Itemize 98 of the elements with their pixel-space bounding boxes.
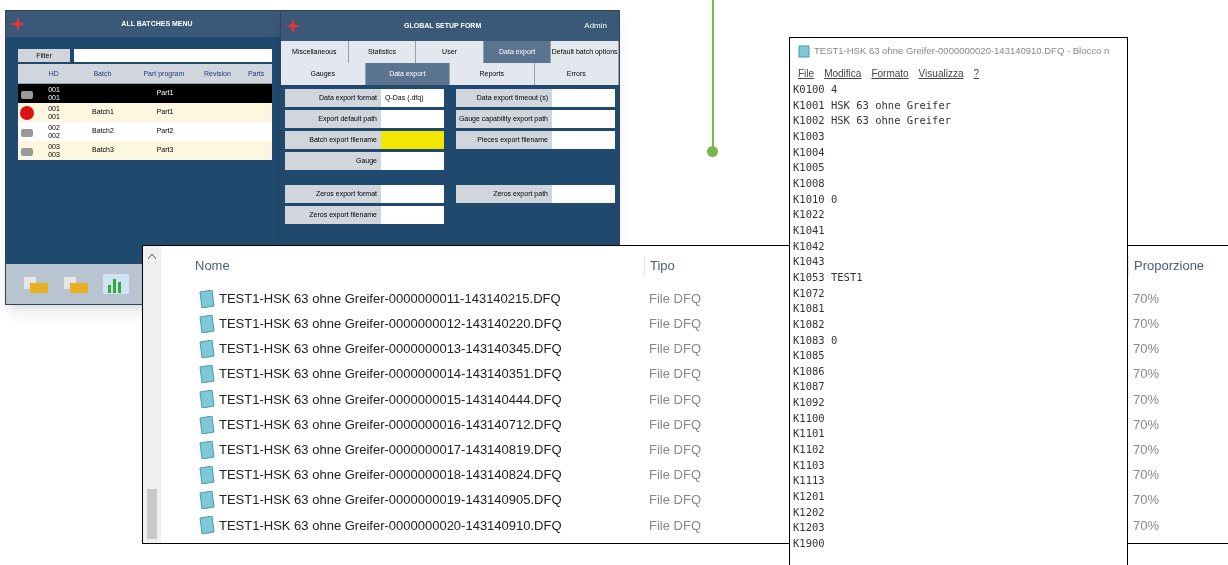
menu-item[interactable]: File <box>798 65 815 81</box>
filter-field[interactable] <box>74 49 272 62</box>
text-line: K1102 <box>793 442 826 458</box>
text-line: K1082 <box>793 316 826 332</box>
text-line: K1002 HSK 63 ohne Greifer <box>793 113 953 129</box>
file-icon <box>199 465 215 484</box>
text-line: K1003 <box>793 128 826 144</box>
compression-ratio: 70% <box>1133 467 1160 483</box>
file-type: File DFQ <box>649 366 701 382</box>
notepad-icon <box>798 44 810 58</box>
text-line: K1010 0 <box>793 191 839 207</box>
file-icon <box>199 314 215 333</box>
window-title: TEST1-HSK 63 ohne Greifer-0000000020-143140910.DFQ - Blocco n <box>814 43 1110 58</box>
file-name[interactable]: TEST1-HSK 63 ohne Greifer-0000000014-143140351.DFQ <box>219 364 562 384</box>
column-header[interactable]: Nome <box>195 258 230 274</box>
text-line: K0100 4 <box>793 82 839 97</box>
text-line: K1085 <box>793 348 826 364</box>
scrollbar[interactable] <box>143 246 161 543</box>
compression-ratio: 70% <box>1133 290 1160 306</box>
file-name[interactable]: TEST1-HSK 63 ohne Greifer-0000000011-143140215.DFQ <box>219 288 561 309</box>
text-line: K1202 <box>793 504 826 520</box>
text-line: K1042 <box>793 238 826 254</box>
column-header[interactable]: Tipo <box>650 258 675 274</box>
logo-icon <box>285 18 301 34</box>
file-icon <box>199 415 215 434</box>
column-header[interactable]: Proporzione <box>1134 258 1205 274</box>
input-field[interactable] <box>552 131 615 149</box>
file-name[interactable]: TEST1-HSK 63 ohne Greifer-0000000015-143140444.DFQ <box>219 389 562 410</box>
file-type: File DFQ <box>649 341 701 357</box>
input-field[interactable] <box>381 110 444 128</box>
file-name[interactable]: TEST1-HSK 63 ohne Greifer-0000000013-143140345.DFQ <box>219 339 562 359</box>
compression-ratio: 70% <box>1133 416 1160 432</box>
text-line: K1072 <box>793 285 826 301</box>
file-name[interactable]: TEST1-HSK 63 ohne Greifer-0000000017-143140819.DFQ <box>219 439 562 460</box>
file-type: File DFQ <box>649 441 701 457</box>
compression-ratio: 70% <box>1133 341 1160 357</box>
text-line: K1100 <box>793 410 826 426</box>
logo-icon <box>10 16 26 32</box>
file-icon <box>199 440 215 459</box>
compression-ratio: 70% <box>1133 441 1160 457</box>
chart-icon[interactable] <box>102 273 130 295</box>
text-line: K1005 <box>793 160 826 176</box>
file-icon <box>199 390 215 409</box>
file-type: File DFQ <box>649 517 701 533</box>
file-icon <box>199 289 215 308</box>
input-field[interactable] <box>552 185 615 203</box>
scroll-thumb[interactable] <box>147 489 157 539</box>
file-icon <box>199 516 215 535</box>
text-line: K1086 <box>793 363 826 379</box>
text-line: K1201 <box>793 489 826 505</box>
file-type: File DFQ <box>649 290 701 306</box>
text-line: K1043 <box>793 254 826 270</box>
file-type: File DFQ <box>649 416 701 432</box>
text-line: K1004 <box>793 144 826 160</box>
input-field[interactable] <box>381 206 444 224</box>
file-type: File DFQ <box>649 492 701 508</box>
file-name[interactable]: TEST1-HSK 63 ohne Greifer-0000000016-143140712.DFQ <box>219 414 562 435</box>
file-icon <box>199 491 215 510</box>
compression-ratio: 70% <box>1133 492 1160 508</box>
file-name[interactable]: TEST1-HSK 63 ohne Greifer-0000000018-143140824.DFQ <box>219 465 562 485</box>
text-line: K1008 <box>793 175 826 191</box>
compression-ratio: 70% <box>1133 517 1160 533</box>
text-line: K1103 <box>793 457 826 473</box>
input-field[interactable] <box>381 185 444 203</box>
text-line: K1041 <box>793 222 826 238</box>
file-name[interactable]: TEST1-HSK 63 ohne Greifer-0000000019-143140905.DFQ <box>219 490 562 510</box>
text-line: K1081 <box>793 301 826 317</box>
file-icon <box>199 365 215 384</box>
text-line: K1900 <box>793 536 826 552</box>
user-label: Admin <box>584 20 608 32</box>
text-line: K1053 TEST1 <box>793 269 864 285</box>
file-type: File DFQ <box>649 467 701 483</box>
text-line: K1083 0 <box>793 332 839 348</box>
text-line: K1203 <box>793 520 826 536</box>
input-field[interactable] <box>552 110 615 128</box>
text-line: K1101 <box>793 426 826 442</box>
text-line: K1001 HSK 63 ohne Greifer <box>793 97 953 113</box>
text-line: K1092 <box>793 395 826 411</box>
compression-ratio: 70% <box>1133 366 1160 382</box>
menu-item[interactable]: Formato <box>871 65 909 81</box>
file-type: File DFQ <box>649 316 701 332</box>
menu-item[interactable]: ? <box>973 65 979 81</box>
input-field[interactable] <box>381 152 444 170</box>
input-field[interactable] <box>552 89 615 107</box>
file-name[interactable]: TEST1-HSK 63 ohne Greifer-0000000012-143140220.DFQ <box>219 314 562 334</box>
menu-item[interactable]: Modifica <box>824 65 862 81</box>
compression-ratio: 70% <box>1133 391 1160 407</box>
file-icon <box>199 339 215 358</box>
stop-icon <box>18 105 36 120</box>
menu-item[interactable]: Visualizza <box>918 65 964 81</box>
compression-ratio: 70% <box>1133 316 1160 332</box>
text-line: K1113 <box>793 473 826 489</box>
input-field[interactable] <box>381 131 444 149</box>
text-line: K1087 <box>793 379 826 395</box>
file-name[interactable]: TEST1-HSK 63 ohne Greifer-0000000020-143140910.DFQ <box>219 515 562 536</box>
file-type: File DFQ <box>649 391 701 407</box>
scroll-up-icon[interactable] <box>148 254 156 259</box>
text-line: K1022 <box>793 207 826 223</box>
